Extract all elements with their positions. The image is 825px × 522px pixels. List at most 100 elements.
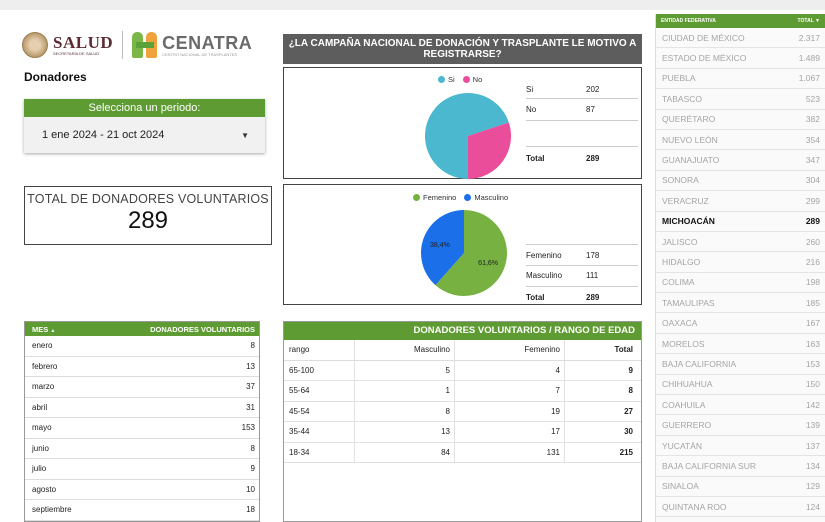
table-row[interactable]: 45-54 8 19 27 xyxy=(284,401,641,422)
month-value: 10 xyxy=(246,484,255,494)
cenatra-logo: CENATRA CENTRO NACIONAL DE TRASPLANTES xyxy=(162,34,252,57)
table-row[interactable]: SONORA 304 xyxy=(656,171,825,192)
table-row[interactable]: BAJA CALIFORNIA SUR 134 xyxy=(656,456,825,477)
table-row[interactable]: COLIMA 198 xyxy=(656,273,825,294)
col-masculino[interactable]: Masculino xyxy=(354,340,454,360)
legend-item-femenino[interactable]: Femenino xyxy=(413,193,456,202)
page-title: Donadores xyxy=(24,70,87,84)
age-total: 215 xyxy=(564,442,641,462)
table-row[interactable]: marzo 37 xyxy=(25,377,259,398)
month-value: 18 xyxy=(246,505,255,515)
total-donors-card: TOTAL DE DONADORES VOLUNTARIOS 289 xyxy=(24,186,272,245)
table-row[interactable]: GUANAJUATO 347 xyxy=(656,150,825,171)
stat-divider xyxy=(526,265,638,266)
table-row[interactable]: CHIHUAHUA 150 xyxy=(656,375,825,396)
table-row[interactable]: agosto 10 xyxy=(25,480,259,500)
campaign-question-title: ¿LA CAMPAÑA NACIONAL DE DONACIÓN Y TRASP… xyxy=(283,34,642,64)
legend-item-masculino[interactable]: Masculino xyxy=(464,193,508,202)
col-entidad-header[interactable]: ENTIDAD FEDERATIVA xyxy=(661,18,716,24)
stat-divider xyxy=(526,98,638,99)
gender-pie-chart[interactable]: 61,6% 38,4% xyxy=(414,203,514,303)
stat-label: Total xyxy=(526,154,545,163)
stat-label: Masculino xyxy=(526,271,563,280)
state-total: 137 xyxy=(805,440,820,451)
stat-label: No xyxy=(526,105,537,114)
table-row[interactable]: OAXACA 167 xyxy=(656,313,825,334)
table-row[interactable]: TAMAULIPAS 185 xyxy=(656,293,825,314)
si-dot-icon xyxy=(438,76,445,83)
col-donadores-header[interactable]: DONADORES VOLUNTARIOS xyxy=(150,325,255,334)
table-row[interactable]: ESTADO DE MÉXICO 1.489 xyxy=(656,48,825,69)
col-rango[interactable]: rango xyxy=(284,345,354,354)
col-mes-header[interactable]: MES ▲ xyxy=(32,325,55,334)
month-value: 8 xyxy=(250,443,255,453)
table-row[interactable]: MORELOS 163 xyxy=(656,334,825,355)
table-row[interactable]: junio 8 xyxy=(25,439,259,459)
table-row[interactable]: 18-34 84 131 215 xyxy=(284,442,641,463)
month-value: 9 xyxy=(250,464,255,474)
age-masculino: 13 xyxy=(354,422,454,442)
campaign-legend[interactable]: Si No xyxy=(438,75,482,84)
table-row[interactable]: GUERRERO 139 xyxy=(656,415,825,436)
age-total: 9 xyxy=(564,360,641,380)
state-name: MORELOS xyxy=(662,338,705,349)
period-dropdown[interactable]: 1 ene 2024 - 21 oct 2024 ▼ xyxy=(24,117,265,153)
table-row[interactable]: BAJA CALIFORNIA 153 xyxy=(656,354,825,375)
table-row[interactable]: SINALOA 129 xyxy=(656,477,825,497)
no-dot-icon xyxy=(462,76,470,83)
legend-item-no[interactable]: No xyxy=(462,75,482,84)
col-total[interactable]: Total xyxy=(564,340,641,360)
age-femenino: 17 xyxy=(454,422,564,442)
states-table-header[interactable]: ENTIDAD FEDERATIVA TOTAL ▼ xyxy=(656,14,825,28)
table-row[interactable]: abril 31 xyxy=(25,398,259,418)
age-table-header[interactable]: rango Masculino Femenino Total xyxy=(284,340,641,361)
table-row[interactable]: HIDALGO 216 xyxy=(656,252,825,273)
period-selector[interactable]: Selecciona un periodo: 1 ene 2024 - 21 o… xyxy=(24,99,265,153)
age-range: 55-64 xyxy=(289,386,310,396)
table-row[interactable]: mayo 153 xyxy=(25,418,259,439)
table-row[interactable]: PUEBLA 1.067 xyxy=(656,69,825,90)
table-row[interactable]: TABASCO 523 xyxy=(656,89,825,110)
table-row[interactable]: JALISCO 260 xyxy=(656,232,825,253)
table-row[interactable]: QUINTANA ROO 124 xyxy=(656,497,825,518)
stat-divider xyxy=(526,120,638,121)
state-name: YUCATÁN xyxy=(662,440,702,451)
state-total: 1.489 xyxy=(798,53,820,64)
table-row[interactable]: MICHOACÁN 289 xyxy=(656,212,825,232)
month-name: julio xyxy=(32,464,47,474)
gender-legend[interactable]: Femenino Masculino xyxy=(413,193,508,202)
state-name: BAJA CALIFORNIA SUR xyxy=(662,460,756,471)
table-row[interactable]: QUERÉTARO 382 xyxy=(656,110,825,130)
table-row[interactable]: 35-44 13 17 30 xyxy=(284,422,641,443)
campaign-pie-chart[interactable] xyxy=(418,86,518,186)
age-table-body: 65-100 5 4 9 55-64 1 7 8 45-54 8 19 27 35-44 13 17 30 18… xyxy=(284,360,641,463)
table-row[interactable]: julio 9 xyxy=(25,459,259,480)
legend-item-si[interactable]: Si xyxy=(438,75,455,84)
state-name: SINALOA xyxy=(662,481,699,492)
campaign-row-total: Total 289 xyxy=(526,154,638,163)
age-masculino: 84 xyxy=(354,442,454,462)
table-row[interactable]: febrero 13 xyxy=(25,357,259,377)
table-row[interactable]: CIUDAD DE MÉXICO 2.317 xyxy=(656,28,825,49)
campaign-chart-card: Si No Si 202 No 87 Total 289 xyxy=(283,67,642,179)
table-row[interactable]: enero 8 xyxy=(25,336,259,357)
sort-up-icon: ▲ xyxy=(50,327,56,334)
table-row[interactable]: 55-64 1 7 8 xyxy=(284,381,641,402)
table-row[interactable]: septiembre 18 xyxy=(25,500,259,521)
month-value: 8 xyxy=(250,341,255,351)
stat-divider xyxy=(526,244,638,245)
months-table-header[interactable]: MES ▲ DONADORES VOLUNTARIOS xyxy=(25,322,259,336)
col-total-header[interactable]: TOTAL ▼ xyxy=(798,18,820,24)
logo-divider xyxy=(122,31,124,59)
age-femenino: 131 xyxy=(454,442,564,462)
caret-down-icon[interactable]: ▼ xyxy=(241,131,249,140)
table-row[interactable]: 65-100 5 4 9 xyxy=(284,360,641,381)
table-row[interactable]: YUCATÁN 137 xyxy=(656,436,825,457)
salud-logo-subtitle: SECRETARÍA DE SALUD xyxy=(53,51,100,56)
stat-value: 178 xyxy=(586,251,600,260)
table-row[interactable]: VERACRUZ 299 xyxy=(656,191,825,212)
state-name: GUANAJUATO xyxy=(662,155,720,166)
table-row[interactable]: COAHUILA 142 xyxy=(656,395,825,416)
table-row[interactable]: NUEVO LEÓN 354 xyxy=(656,130,825,151)
col-femenino[interactable]: Femenino xyxy=(454,340,564,360)
